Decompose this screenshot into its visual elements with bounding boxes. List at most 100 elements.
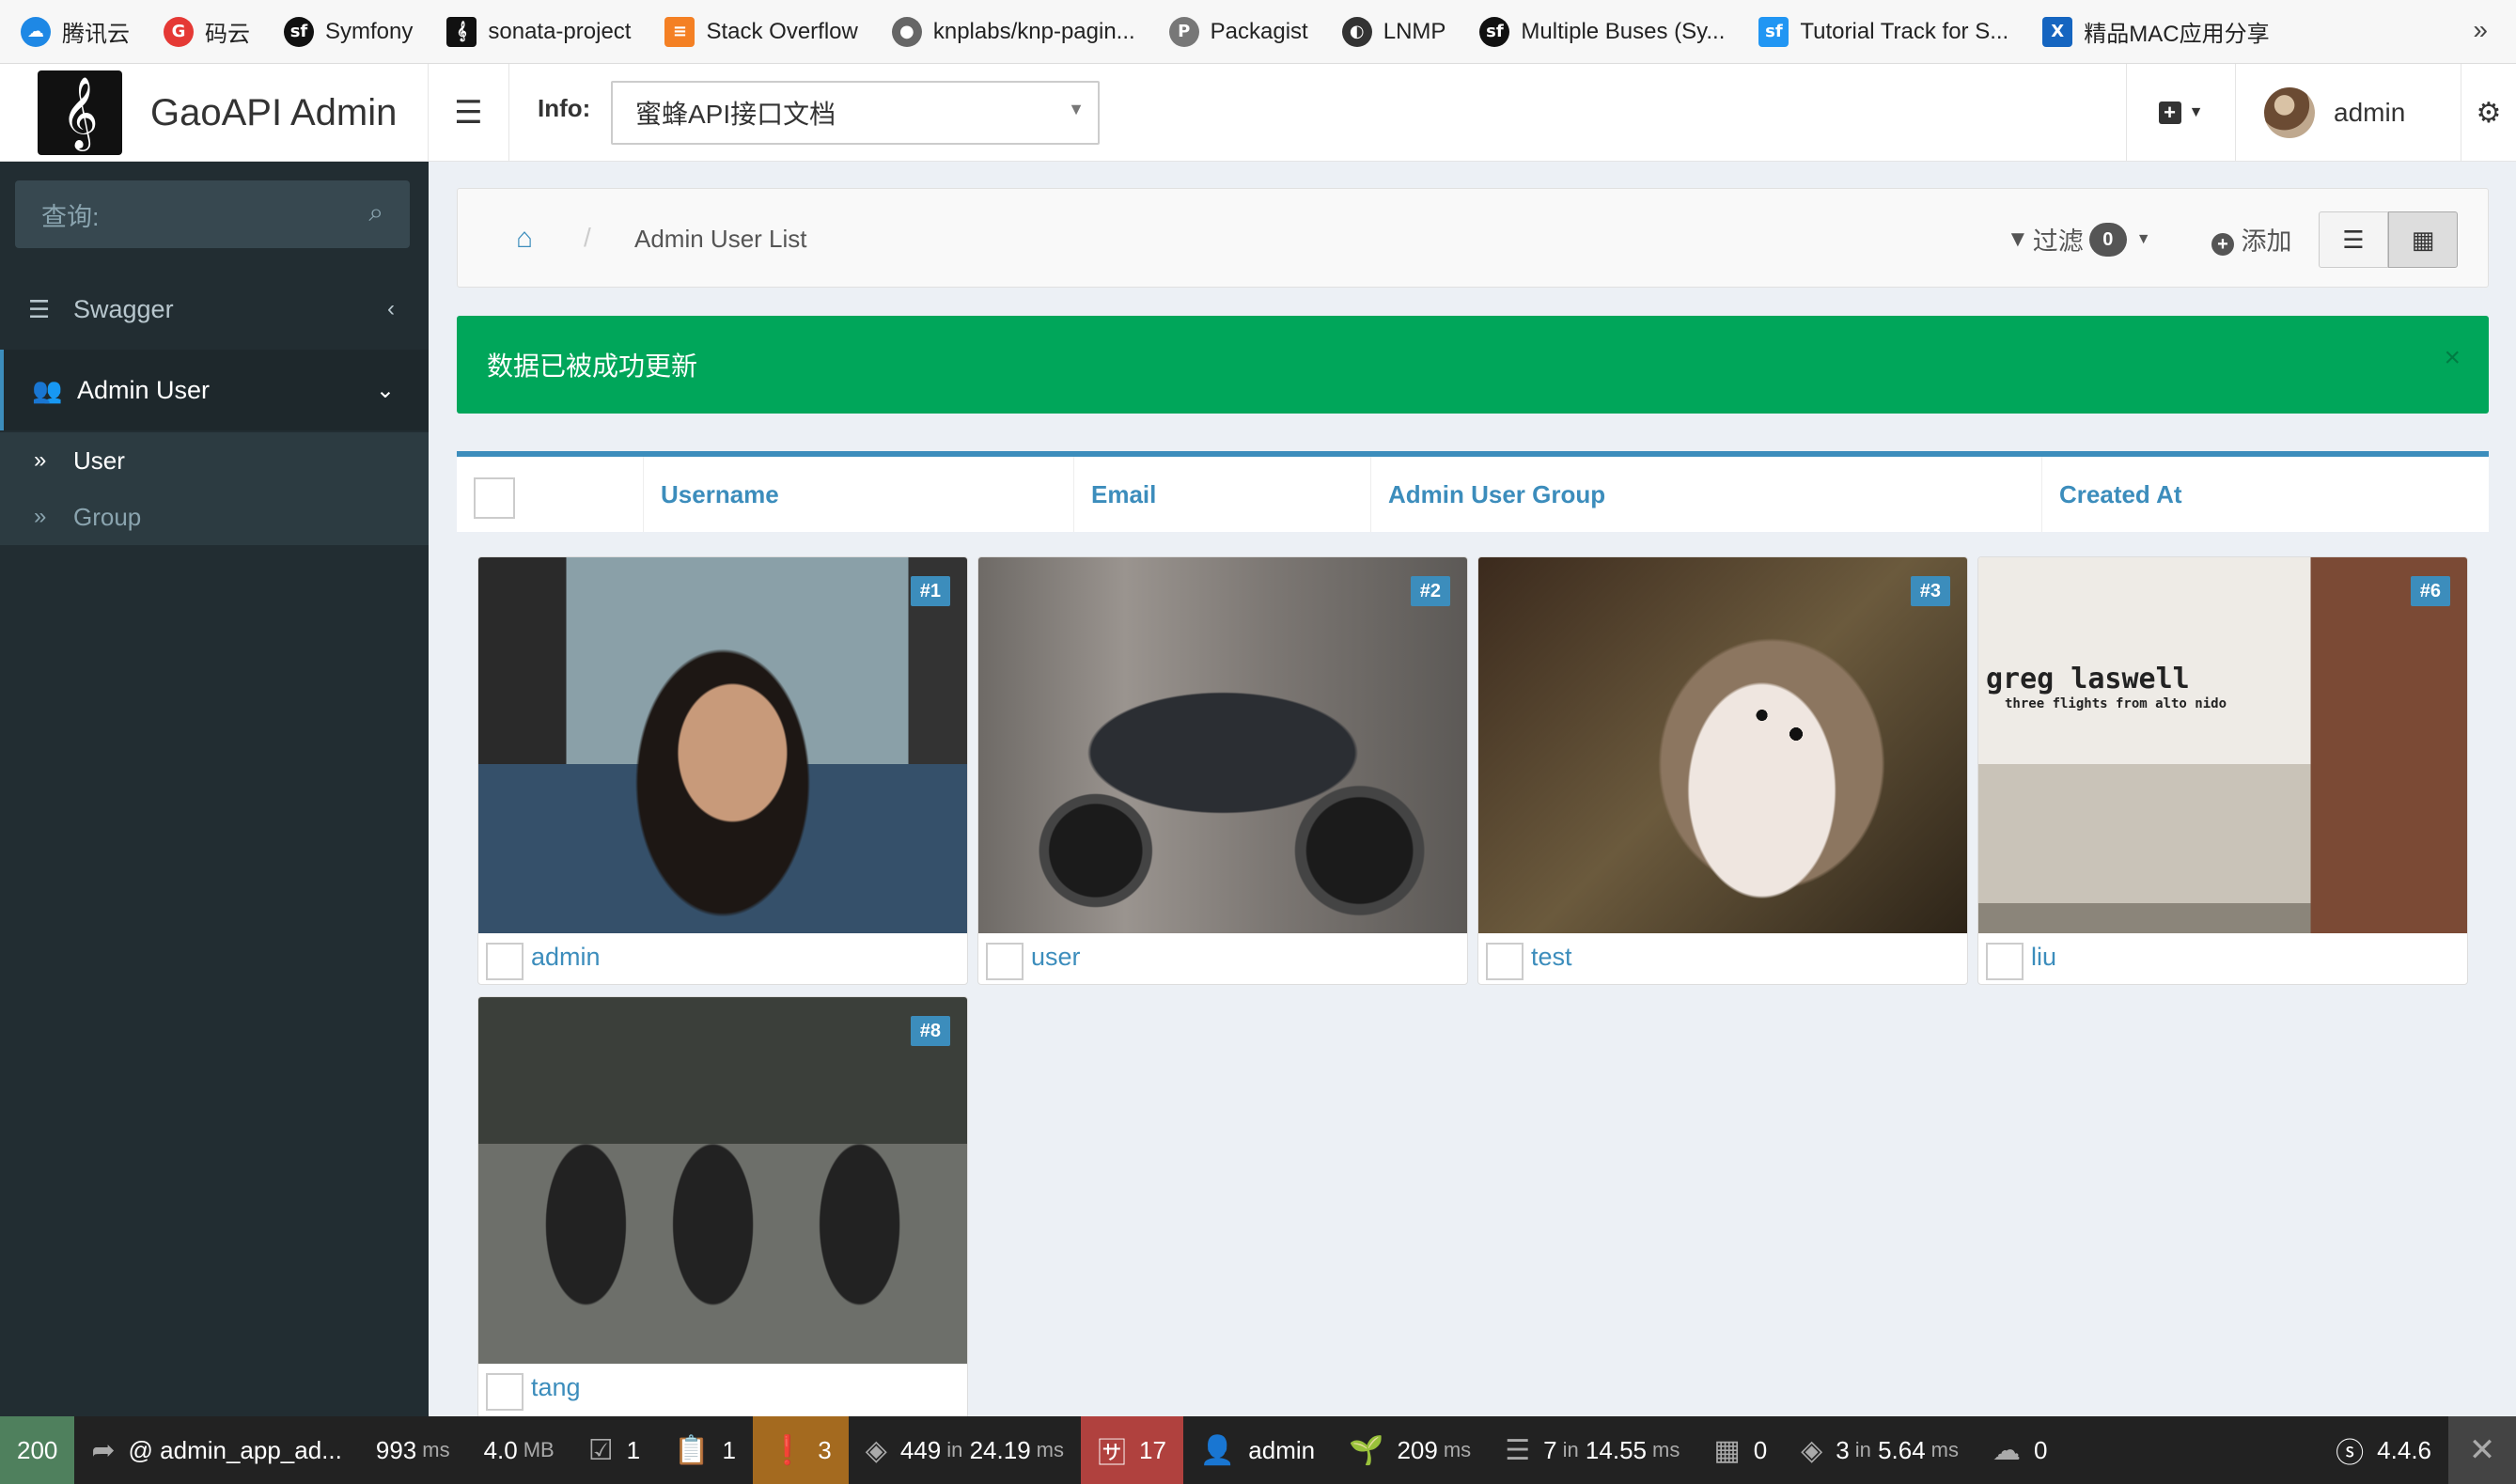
grid-view-button[interactable]: ▦ — [2388, 211, 2458, 268]
translations-panel[interactable]: 🈂 17 — [1081, 1416, 1183, 1484]
warnings-panel[interactable]: ❗ 3 — [752, 1416, 849, 1484]
close-icon: ✕ — [2468, 1432, 2496, 1468]
cache-panel[interactable]: ◈ 3 in 5.64 ms — [1784, 1416, 1976, 1484]
user-name-link[interactable]: user — [1031, 943, 1081, 972]
xmac-icon: X — [2042, 16, 2073, 47]
close-toolbar-button[interactable]: ✕ — [2448, 1416, 2516, 1484]
user-id-badge: #6 — [2410, 576, 2450, 606]
row-checkbox[interactable] — [486, 943, 524, 980]
sidebar-subitem-user[interactable]: » User — [0, 432, 429, 489]
user-card[interactable]: greg laswell three flights from alto nid… — [1977, 556, 2468, 985]
sonata-icon: 𝄞 — [446, 16, 477, 47]
column-header-admin-user-group[interactable]: Admin User Group — [1370, 457, 2041, 532]
layers-icon: ◈ — [865, 1434, 887, 1466]
bookmark-tutorial-track[interactable]: sf Tutorial Track for S... — [1758, 16, 2008, 47]
search-icon[interactable]: ⌕ — [368, 197, 383, 228]
bookmark-lnmp[interactable]: ◐ LNMP — [1341, 16, 1446, 47]
column-header-created-at[interactable]: Created At — [2041, 457, 2489, 532]
user-card[interactable]: #1 admin — [477, 556, 968, 985]
bookmark-knp-paginator[interactable]: ● knplabs/knp-pagin... — [891, 16, 1135, 47]
user-icon: 👤 — [1199, 1434, 1236, 1466]
sidebar-search-input[interactable]: 查询: ⌕ — [15, 180, 410, 248]
forms-panel[interactable]: ☑ 1 — [571, 1416, 657, 1484]
bookmark-multiple-buses[interactable]: sf Multiple Buses (Sy... — [1479, 16, 1725, 47]
user-name-link[interactable]: liu — [2031, 943, 2056, 972]
user-card[interactable]: #8 tang — [477, 996, 968, 1419]
bookmarks-more-button[interactable]: » — [2473, 15, 2488, 45]
caret-down-icon: ▼ — [2135, 230, 2151, 247]
sf-casts-icon: sf — [1758, 16, 1789, 47]
home-icon[interactable]: ⌂ — [516, 223, 533, 255]
list-view-button[interactable]: ☰ — [2319, 211, 2388, 268]
info-select[interactable]: 蜜蜂API接口文档 ▼ — [611, 81, 1100, 145]
album-title-text: three flights from alto nido — [2005, 696, 2227, 711]
database-panel[interactable]: ☰ 7 in 14.55 ms — [1488, 1416, 1696, 1484]
bookmark-gitee[interactable]: G 码云 — [164, 15, 250, 48]
user-name-link[interactable]: test — [1531, 943, 1572, 972]
symfony-icon: sf — [284, 16, 314, 47]
sidebar-subitem-group[interactable]: » Group — [0, 489, 429, 545]
sidebar-subitem-label: User — [73, 445, 125, 475]
row-checkbox[interactable] — [1986, 943, 2024, 980]
filter-dropdown[interactable]: ▼ 过滤 0 ▼ — [2007, 221, 2151, 258]
user-id-badge: #8 — [910, 1016, 950, 1046]
sidebar-toggle-button[interactable]: ☰ — [429, 64, 509, 162]
bookmark-stack-overflow[interactable]: ≡ Stack Overflow — [664, 16, 858, 47]
user-name-link[interactable]: admin — [531, 943, 601, 972]
status-code[interactable]: 200 — [0, 1416, 75, 1484]
translation-icon: 🈂 — [1098, 1438, 1126, 1469]
user-id-badge: #2 — [1410, 576, 1450, 606]
bookmark-symfony[interactable]: sf Symfony — [284, 16, 413, 47]
select-all-checkbox[interactable] — [474, 477, 515, 519]
filter-icon: ▼ — [2007, 226, 2029, 252]
sidebar-item-swagger[interactable]: ☰ Swagger ‹ — [0, 269, 429, 350]
request-route[interactable]: ➦ @ admin_app_ad... — [74, 1416, 358, 1484]
column-header-email[interactable]: Email — [1073, 457, 1370, 532]
column-header-username[interactable]: Username — [643, 457, 1073, 532]
logs-panel[interactable]: 📋 1 — [657, 1416, 753, 1484]
user-card-image — [478, 997, 967, 1364]
debug-toolbar: 200 ➦ @ admin_app_ad... 993 ms 4.0 MB ☑ 1 📋 1… — [0, 1416, 2516, 1484]
row-checkbox[interactable] — [986, 943, 1024, 980]
sidebar-item-admin-user[interactable]: 👥 Admin User ⌄ — [0, 350, 429, 430]
user-name-link[interactable]: tang — [531, 1373, 581, 1402]
bookmark-packagist[interactable]: P Packagist — [1168, 16, 1308, 47]
http-client-panel[interactable]: ☁ 0 — [1976, 1416, 2064, 1484]
sidebar-item-label: Admin User — [77, 375, 211, 404]
events-panel[interactable]: ◈ 449 in 24.19 ms — [849, 1416, 1081, 1484]
treble-clef-logo-icon: 𝄞 — [38, 70, 122, 155]
user-card[interactable]: #3 test — [1477, 556, 1968, 985]
user-card[interactable]: #2 user — [977, 556, 1468, 985]
memory-usage[interactable]: 4.0 MB — [467, 1416, 571, 1484]
add-button[interactable]: + 添加 — [2211, 221, 2292, 258]
row-checkbox[interactable] — [486, 1373, 524, 1411]
close-icon[interactable]: × — [2444, 342, 2461, 374]
lnmp-icon: ◐ — [1341, 16, 1372, 47]
packagist-icon: P — [1168, 16, 1199, 47]
app-title: GaoAPI Admin — [150, 91, 398, 133]
row-checkbox[interactable] — [1486, 943, 1524, 980]
share-arrow-icon: ➦ — [91, 1434, 116, 1466]
double-angle-right-icon: » — [34, 504, 47, 529]
caret-down-icon: ▼ — [2188, 104, 2204, 120]
user-card-image — [1478, 557, 1967, 933]
security-panel[interactable]: 👤 admin — [1183, 1416, 1332, 1484]
layers-icon: ◈ — [1801, 1434, 1823, 1466]
bookmark-tencent-cloud[interactable]: ☁ 腾讯云 — [21, 15, 130, 48]
symfony-icon: ⓢ — [2336, 1438, 2365, 1469]
top-navbar: 𝄞 GaoAPI Admin ☰ Info: 蜜蜂API接口文档 ▼ + ▼ a… — [0, 64, 2516, 162]
user-menu[interactable]: admin — [2235, 64, 2461, 162]
settings-button[interactable]: ⚙ — [2461, 64, 2516, 162]
logo-link[interactable]: 𝄞 GaoAPI Admin — [0, 64, 429, 162]
search-placeholder: 查询: — [41, 202, 100, 231]
symfony-version[interactable]: ⓢ 4.4.6 — [2319, 1416, 2448, 1484]
user-card-image — [978, 557, 1467, 933]
widgets-panel[interactable]: ▦ 0 — [1696, 1416, 1784, 1484]
twig-panel[interactable]: 🌱 209 ms — [1332, 1416, 1488, 1484]
user-list-box: Username Email Admin User Group Created … — [457, 451, 2489, 1419]
add-new-dropdown[interactable]: + ▼ — [2126, 64, 2235, 162]
bookmark-sonata-project[interactable]: 𝄞 sonata-project — [446, 16, 631, 47]
bookmark-xmac[interactable]: X 精品MAC应用分享 — [2042, 15, 2270, 48]
admin-user-submenu: » User » Group — [0, 432, 429, 545]
request-time[interactable]: 993 ms — [359, 1416, 467, 1484]
